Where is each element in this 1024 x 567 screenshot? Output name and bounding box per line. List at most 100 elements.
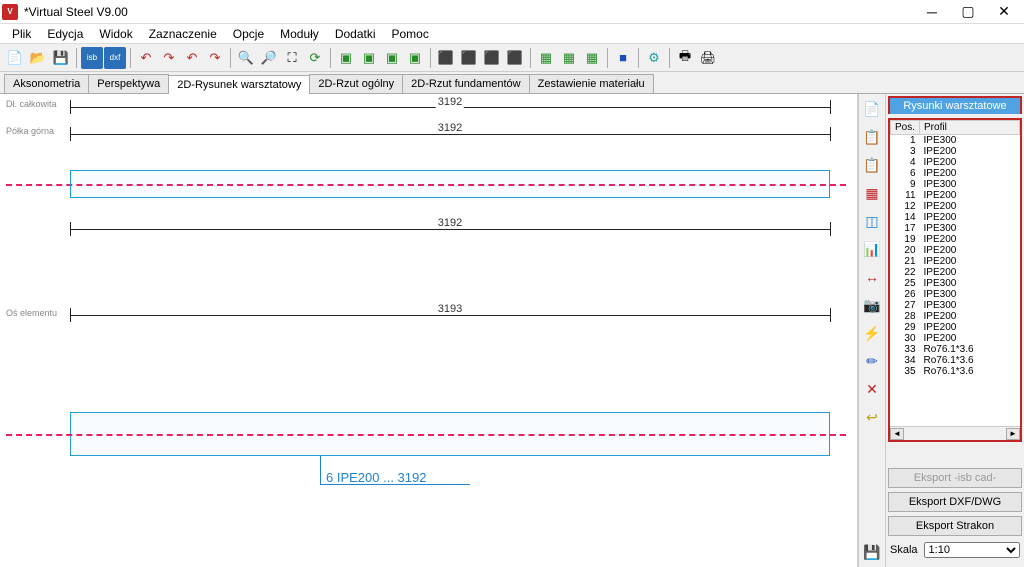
table-row[interactable]: 26IPE300 (891, 289, 1020, 300)
close-button[interactable]: ✕ (986, 1, 1022, 23)
export-isb-button: Eksport -isb cad- (888, 468, 1022, 488)
side-toolbar: 📄 📋 📋 ▦ ◫ 📊 ↔ 📷 ⚡ ✏ ✕ ↩ 💾 (858, 94, 886, 567)
table-row[interactable]: 12IPE200 (891, 201, 1020, 212)
grid3-icon[interactable]: ▦ (581, 47, 603, 69)
undo-icon[interactable]: ↶ (135, 47, 157, 69)
title-bar: V *Virtual Steel V9.00 ─ ▢ ✕ (0, 0, 1024, 24)
menu-opcje[interactable]: Opcje (225, 25, 272, 43)
table-row[interactable]: 25IPE300 (891, 278, 1020, 289)
view-iso-icon[interactable]: ⬛ (504, 47, 526, 69)
table-row[interactable]: 3IPE200 (891, 146, 1020, 157)
table-row[interactable]: 21IPE200 (891, 256, 1020, 267)
print-icon[interactable]: 🖶 (674, 47, 696, 69)
table-row[interactable]: 30IPE200 (891, 333, 1020, 344)
isb-icon[interactable]: isb (81, 47, 103, 69)
dim-1: 3192 (436, 96, 464, 108)
save-icon[interactable]: 💾 (50, 47, 72, 69)
menu-pomoc[interactable]: Pomoc (384, 25, 437, 43)
zoom-fit-icon[interactable]: ⛶ (281, 47, 303, 69)
maximize-button[interactable]: ▢ (950, 1, 986, 23)
vs-paper2-icon[interactable]: 📋 (861, 154, 883, 176)
col-profil[interactable]: Profil (920, 121, 1020, 135)
vs-grid-icon[interactable]: ▦ (861, 182, 883, 204)
tab-2d-rzut-fund[interactable]: 2D-Rzut fundamentów (402, 74, 529, 93)
table-row[interactable]: 27IPE300 (891, 300, 1020, 311)
table-row[interactable]: 35Ro76.1*3.6 (891, 366, 1020, 377)
scale-select[interactable]: 1:10 (924, 542, 1020, 558)
table-row[interactable]: 28IPE200 (891, 311, 1020, 322)
table-row[interactable]: 9IPE300 (891, 179, 1020, 190)
grid1-icon[interactable]: ▦ (535, 47, 557, 69)
menu-dodatki[interactable]: Dodatki (327, 25, 384, 43)
zoom-in-icon[interactable]: 🔍 (235, 47, 257, 69)
misc1-icon[interactable]: ⚙ (643, 47, 665, 69)
table-row[interactable]: 22IPE200 (891, 267, 1020, 278)
table-row[interactable]: 33Ro76.1*3.6 (891, 344, 1020, 355)
vs-save-icon[interactable]: 💾 (861, 541, 883, 563)
dim-line-4 (70, 315, 830, 316)
view-side-icon[interactable]: ⬛ (458, 47, 480, 69)
table-row[interactable]: 14IPE200 (891, 212, 1020, 223)
menu-zaznaczenie[interactable]: Zaznaczenie (141, 25, 225, 43)
box4-icon[interactable]: ▣ (404, 47, 426, 69)
scroll-right-icon[interactable]: ► (1006, 428, 1020, 440)
grid2-icon[interactable]: ▦ (558, 47, 580, 69)
vs-line-icon[interactable]: ✕ (861, 378, 883, 400)
beam-elevation-1[interactable] (70, 170, 830, 198)
refresh-icon[interactable]: ⟳ (304, 47, 326, 69)
dxf-icon[interactable]: dxf (104, 47, 126, 69)
table-row[interactable]: 20IPE200 (891, 245, 1020, 256)
box3-icon[interactable]: ▣ (381, 47, 403, 69)
tab-2d-rzut-ogolny[interactable]: 2D-Rzut ogólny (309, 74, 403, 93)
vs-dim-icon[interactable]: ↔ (861, 266, 883, 288)
open-icon[interactable]: 📂 (27, 47, 49, 69)
vs-chart-icon[interactable]: 📊 (861, 238, 883, 260)
tab-aksonometria[interactable]: Aksonometria (4, 74, 89, 93)
drawing-canvas[interactable]: Dł. całkowita 3192 Półka górna 3192 3192… (0, 94, 858, 567)
zoom-out-icon[interactable]: 🔎 (258, 47, 280, 69)
menu-moduly[interactable]: Moduły (272, 25, 327, 43)
minimize-button[interactable]: ─ (914, 1, 950, 23)
table-row[interactable]: 6IPE200 (891, 168, 1020, 179)
menu-edycja[interactable]: Edycja (39, 25, 91, 43)
menu-plik[interactable]: Plik (4, 25, 39, 43)
table-row[interactable]: 17IPE300 (891, 223, 1020, 234)
export-strakon-button[interactable]: Eksport Strakon (888, 516, 1022, 536)
new-icon[interactable]: 📄 (4, 47, 26, 69)
scale-label: Skala (890, 544, 918, 556)
vs-exit-icon[interactable]: ↩ (861, 406, 883, 428)
vs-paper-icon[interactable]: 📋 (861, 126, 883, 148)
app-icon: V (2, 4, 18, 20)
h-scrollbar[interactable]: ◄ ► (890, 426, 1020, 440)
export-dxf-button[interactable]: Eksport DXF/DWG (888, 492, 1022, 512)
table-row[interactable]: 4IPE200 (891, 157, 1020, 168)
preview-icon[interactable]: 🖨 (697, 47, 719, 69)
solid-icon[interactable]: ■ (612, 47, 634, 69)
col-pos[interactable]: Pos. (891, 121, 920, 135)
vs-add-icon[interactable]: 📄 (861, 98, 883, 120)
vs-bolt-icon[interactable]: ⚡ (861, 322, 883, 344)
menu-widok[interactable]: Widok (91, 25, 140, 43)
vs-cube-icon[interactable]: ◫ (861, 210, 883, 232)
vs-tool-icon[interactable]: ✏ (861, 350, 883, 372)
undo2-icon[interactable]: ↶ (181, 47, 203, 69)
label-axis: Oś elementu (6, 308, 57, 318)
scroll-left-icon[interactable]: ◄ (890, 428, 904, 440)
vs-camera-icon[interactable]: 📷 (861, 294, 883, 316)
table-row[interactable]: 34Ro76.1*3.6 (891, 355, 1020, 366)
tab-zestawienie[interactable]: Zestawienie materiału (529, 74, 654, 93)
table-row[interactable]: 29IPE200 (891, 322, 1020, 333)
table-row[interactable]: 1IPE300 (891, 135, 1020, 147)
tab-2d-rysunek[interactable]: 2D-Rysunek warsztatowy (168, 75, 310, 94)
table-row[interactable]: 11IPE200 (891, 190, 1020, 201)
box1-icon[interactable]: ▣ (335, 47, 357, 69)
box2-icon[interactable]: ▣ (358, 47, 380, 69)
window-title: *Virtual Steel V9.00 (24, 5, 914, 19)
profile-list[interactable]: Pos. Profil 1IPE3003IPE2004IPE2006IPE200… (888, 118, 1022, 442)
view-top-icon[interactable]: ⬛ (481, 47, 503, 69)
redo-icon[interactable]: ↷ (158, 47, 180, 69)
redo2-icon[interactable]: ↷ (204, 47, 226, 69)
view-front-icon[interactable]: ⬛ (435, 47, 457, 69)
table-row[interactable]: 19IPE200 (891, 234, 1020, 245)
tab-perspektywa[interactable]: Perspektywa (88, 74, 169, 93)
